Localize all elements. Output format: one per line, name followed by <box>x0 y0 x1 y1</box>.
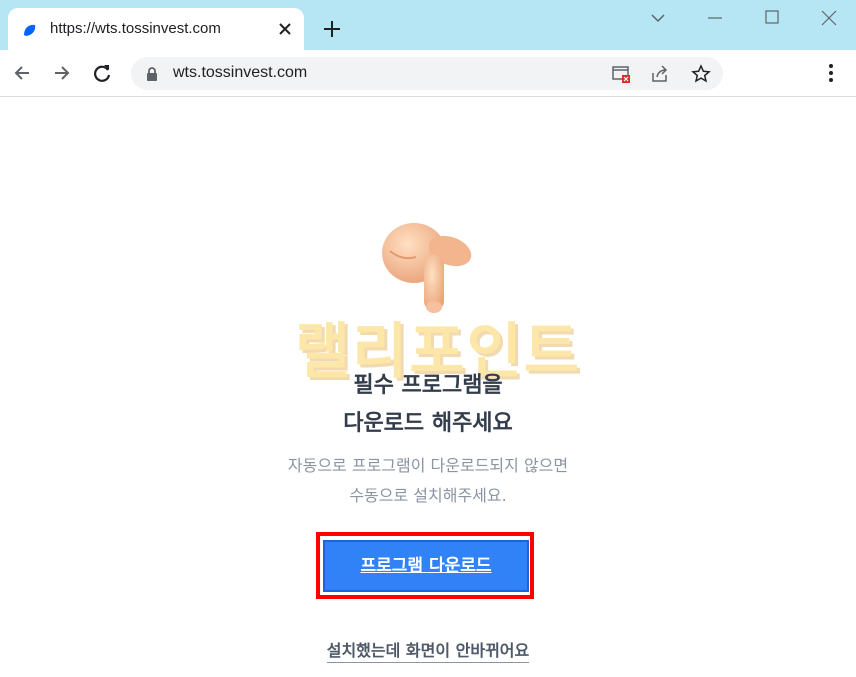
star-icon[interactable] <box>691 64 711 84</box>
tab-strip: https://wts.tossinvest.com <box>0 0 856 50</box>
tab-title: https://wts.tossinvest.com <box>50 20 221 37</box>
share-icon[interactable] <box>650 64 670 84</box>
download-button[interactable]: 프로그램 다운로드 <box>323 540 529 592</box>
chevron-down-icon[interactable] <box>648 8 668 28</box>
url-text[interactable]: wts.tossinvest.com <box>173 64 307 82</box>
subtitle-line-1: 자동으로 프로그램이 다운로드되지 않으면 <box>287 456 569 475</box>
browser-toolbar: wts.tossinvest.com <box>0 50 856 97</box>
favicon-icon <box>24 24 36 36</box>
page-title: 필수 프로그램을 다운로드 해주세요 <box>0 367 856 443</box>
page-content: 랠리포인트 필수 프로그램을 다운로드 해주세요 자동으로 프로그램이 다운로드… <box>0 97 856 677</box>
active-tab[interactable]: https://wts.tossinvest.com <box>8 8 304 50</box>
close-tab-icon[interactable] <box>276 20 294 38</box>
reload-icon[interactable] <box>91 62 113 84</box>
title-line-1: 필수 프로그램을 <box>353 373 503 398</box>
page-subtitle: 자동으로 프로그램이 다운로드되지 않으면 수동으로 설치해주세요. <box>0 451 856 511</box>
maximize-icon[interactable] <box>762 8 782 28</box>
download-button-label: 프로그램 다운로드 <box>360 556 492 576</box>
lock-icon[interactable] <box>145 66 159 82</box>
forward-icon[interactable] <box>51 62 73 84</box>
title-line-2: 다운로드 해주세요 <box>343 411 513 436</box>
installed-help-link[interactable]: 설치했는데 화면이 안바뀌어요 <box>326 641 530 663</box>
installed-help-link-row: 설치했는데 화면이 안바뀌어요 <box>0 637 856 663</box>
minimize-icon[interactable] <box>705 8 725 28</box>
subtitle-line-2: 수동으로 설치해주세요. <box>349 486 507 505</box>
back-icon[interactable] <box>11 62 33 84</box>
new-tab-icon[interactable] <box>320 17 344 41</box>
close-window-icon[interactable] <box>819 8 839 28</box>
popup-blocked-icon[interactable] <box>611 64 631 84</box>
menu-icon[interactable] <box>820 62 842 84</box>
address-bar[interactable]: wts.tossinvest.com <box>131 57 723 90</box>
